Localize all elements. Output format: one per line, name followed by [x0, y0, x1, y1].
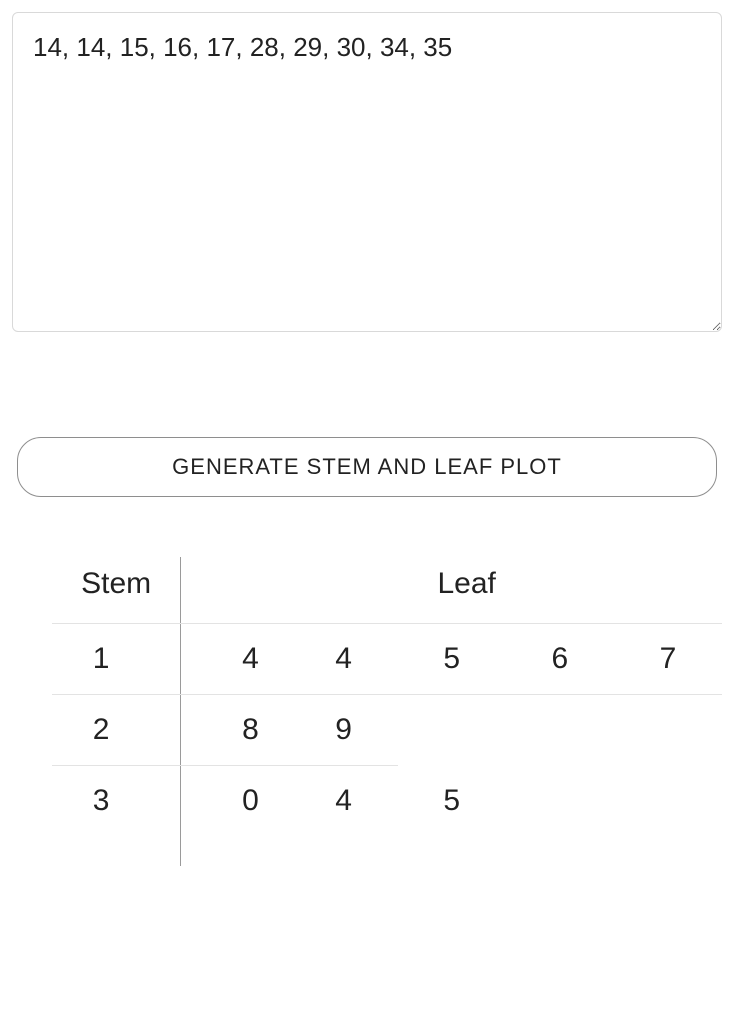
leaf-value	[614, 766, 722, 837]
stem-value: 2	[52, 695, 181, 766]
stem-value: 1	[52, 624, 181, 695]
leaf-value: 4	[290, 624, 398, 695]
leaf-value: 5	[398, 624, 506, 695]
table-row: 144567	[52, 624, 722, 695]
stem-value: 3	[52, 766, 181, 837]
stem-header: Stem	[52, 557, 181, 624]
table-row: 289	[52, 695, 722, 766]
leaf-value	[506, 766, 614, 837]
leaf-value: 6	[506, 624, 614, 695]
data-input[interactable]	[12, 12, 722, 332]
leaf-value: 5	[398, 766, 506, 837]
stem-leaf-plot: Stem Leaf 1445672893045	[12, 557, 722, 866]
leaf-value	[506, 695, 614, 766]
leaf-value: 4	[181, 624, 290, 695]
table-row: 3045	[52, 766, 722, 837]
leaf-value: 8	[181, 695, 290, 766]
leaf-value: 7	[614, 624, 722, 695]
leaf-value: 4	[290, 766, 398, 837]
leaf-value	[614, 695, 722, 766]
generate-button[interactable]: GENERATE STEM AND LEAF PLOT	[17, 437, 717, 497]
leaf-value: 0	[181, 766, 290, 837]
stem-leaf-table: Stem Leaf 1445672893045	[52, 557, 722, 866]
leaf-value: 9	[290, 695, 398, 766]
leaf-header: Leaf	[181, 557, 722, 624]
leaf-value	[398, 695, 506, 766]
